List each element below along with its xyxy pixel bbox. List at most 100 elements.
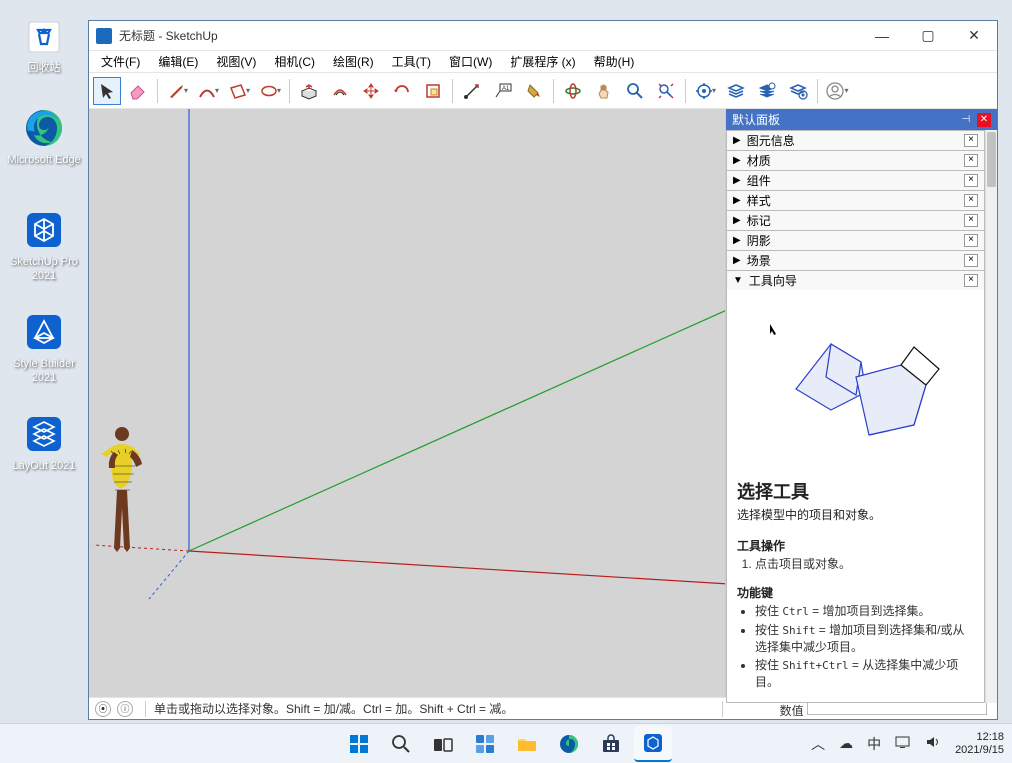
viewport[interactable] (89, 109, 725, 697)
app-icon (96, 28, 112, 44)
desktop-label-recycle: 回收站 (5, 61, 83, 75)
tool-arc[interactable]: ▾ (194, 77, 222, 105)
tool-rotate[interactable] (388, 77, 416, 105)
tool-ext-layers2[interactable] (753, 77, 781, 105)
toolbar: ▾ ▾ ▾ ▾ (89, 73, 997, 109)
menubar: 文件(F) 编辑(E) 视图(V) 相机(C) 绘图(R) 工具(T) 窗口(W… (89, 51, 997, 73)
guide-op-1: 点击项目或对象。 (755, 556, 974, 572)
tool-zoom[interactable] (621, 77, 649, 105)
desktop-icon-recycle-bin[interactable]: 回收站 (5, 14, 83, 75)
window-maximize[interactable]: ▢ (905, 21, 951, 51)
status-hint: 单击或拖动以选择对象。Shift = 加/减。Ctrl = 加。Shift + … (154, 700, 716, 717)
tool-eraser[interactable] (124, 77, 152, 105)
desktop-icon-layout[interactable]: LayOut 2021 (5, 412, 83, 473)
tool-move[interactable] (357, 77, 385, 105)
tool-offset[interactable] (326, 77, 354, 105)
panel-title-label: 默认面板 (732, 111, 780, 128)
desktop-icon-style-builder[interactable]: Style Builder 2021 (5, 310, 83, 385)
scrollbar-thumb[interactable] (987, 132, 996, 187)
window-minimize[interactable]: — (859, 21, 905, 51)
section-components[interactable]: ▶组件× (727, 171, 984, 190)
desktop-label-layout: LayOut 2021 (5, 459, 83, 473)
desktop-label-stylebuilder: Style Builder 2021 (5, 357, 83, 385)
default-panel: 默认面板 ⊣ ✕ ▶图元信息× ▶材质× ▶组件× ▶样式× ▶标记× ▶阴影×… (725, 109, 997, 697)
svg-text:A1: A1 (502, 86, 510, 92)
desktop-label-edge: Microsoft Edge (5, 153, 83, 167)
window-close[interactable]: ✕ (951, 21, 997, 51)
panel-scrollbar[interactable] (985, 130, 997, 703)
tool-paint[interactable] (520, 77, 548, 105)
tool-ext-layers[interactable] (722, 77, 750, 105)
menu-extensions[interactable]: 扩展程序 (x) (502, 51, 583, 72)
tool-select[interactable] (93, 77, 121, 105)
tool-rectangle[interactable]: ▾ (225, 77, 253, 105)
taskbar-explorer[interactable] (508, 726, 546, 762)
section-close-icon[interactable]: × (964, 234, 978, 247)
guide-subtitle: 选择模型中的项目和对象。 (737, 506, 974, 523)
section-close-icon[interactable]: × (964, 214, 978, 227)
guide-key-shiftctrl: 按住 Shift+Ctrl = 从选择集中减少项目。 (755, 657, 974, 690)
titlebar[interactable]: 无标题 - SketchUp — ▢ ✕ (89, 21, 997, 51)
section-shadows[interactable]: ▶阴影× (727, 231, 984, 250)
menu-help[interactable]: 帮助(H) (586, 51, 643, 72)
section-instructor[interactable]: ▼工具向导× (727, 271, 984, 290)
guide-key-ctrl: 按住 Ctrl = 增加项目到选择集。 (755, 603, 974, 620)
menu-draw[interactable]: 绘图(R) (325, 51, 382, 72)
panel-close-icon[interactable]: ✕ (977, 113, 991, 127)
instructor-content: 选择工具 选择模型中的项目和对象。 工具操作 点击项目或对象。 功能键 按住 C… (727, 290, 984, 702)
section-scenes[interactable]: ▶场景× (727, 251, 984, 270)
tool-zoom-extents[interactable] (652, 77, 680, 105)
section-tags[interactable]: ▶标记× (727, 211, 984, 230)
tool-account[interactable]: ▾ (823, 77, 851, 105)
tool-text[interactable]: A1 (489, 77, 517, 105)
section-close-icon[interactable]: × (964, 134, 978, 147)
guide-key-shift: 按住 Shift = 增加项目到选择集和/或从选择集中减少项目。 (755, 622, 974, 655)
workarea: 默认面板 ⊣ ✕ ▶图元信息× ▶材质× ▶组件× ▶样式× ▶标记× ▶阴影×… (89, 109, 997, 697)
section-entity-info[interactable]: ▶图元信息× (727, 131, 984, 150)
tool-orbit[interactable] (559, 77, 587, 105)
tool-scale[interactable] (419, 77, 447, 105)
menu-file[interactable]: 文件(F) (93, 51, 148, 72)
tool-pushpull[interactable] (295, 77, 323, 105)
menu-camera[interactable]: 相机(C) (266, 51, 323, 72)
tool-circle[interactable]: ▾ (256, 77, 284, 105)
tool-ext-settings2[interactable] (784, 77, 812, 105)
section-close-icon[interactable]: × (964, 174, 978, 187)
panel-pin-icon[interactable]: ⊣ (959, 113, 973, 127)
taskbar-widgets[interactable] (466, 726, 504, 762)
menu-tools[interactable]: 工具(T) (384, 51, 439, 72)
taskbar-sketchup-active[interactable] (634, 726, 672, 762)
taskbar-edge[interactable] (550, 726, 588, 762)
section-close-icon[interactable]: × (964, 154, 978, 167)
tool-tape[interactable] (458, 77, 486, 105)
tool-line[interactable]: ▾ (163, 77, 191, 105)
menu-window[interactable]: 窗口(W) (441, 51, 500, 72)
sketchup-window: 无标题 - SketchUp — ▢ ✕ 文件(F) 编辑(E) 视图(V) 相… (88, 20, 998, 720)
section-close-icon[interactable]: × (964, 254, 978, 267)
tray-clock[interactable]: 12:18 2021/9/15 (955, 731, 1004, 757)
taskbar-search[interactable] (382, 726, 420, 762)
taskbar-start[interactable] (340, 726, 378, 762)
desktop-icon-sketchup[interactable]: SketchUp Pro 2021 (5, 208, 83, 283)
tray-onedrive-icon[interactable]: ☁ (839, 735, 853, 752)
section-materials[interactable]: ▶材质× (727, 151, 984, 170)
tray-chevron-up-icon[interactable]: ︿ (811, 734, 825, 754)
menu-view[interactable]: 视图(V) (208, 51, 264, 72)
desktop-icon-edge[interactable]: Microsoft Edge (5, 106, 83, 167)
status-geo-icon[interactable]: ⦿ (95, 701, 111, 717)
section-styles[interactable]: ▶样式× (727, 191, 984, 210)
status-credits-icon[interactable]: ⓘ (117, 701, 133, 717)
tool-pan[interactable] (590, 77, 618, 105)
taskbar-taskview[interactable] (424, 726, 462, 762)
panel-title[interactable]: 默认面板 ⊣ ✕ (726, 109, 997, 130)
taskbar-store[interactable] (592, 726, 630, 762)
menu-edit[interactable]: 编辑(E) (150, 51, 206, 72)
tool-ext-settings[interactable]: ▾ (691, 77, 719, 105)
tray-volume-icon[interactable] (925, 735, 941, 752)
section-close-icon[interactable]: × (964, 274, 978, 287)
tray-ime[interactable]: 中 (867, 734, 881, 754)
section-close-icon[interactable]: × (964, 194, 978, 207)
vcb-label: 数值 (780, 704, 804, 718)
desktop-label-sketchup: SketchUp Pro 2021 (5, 255, 83, 283)
tray-network-icon[interactable] (895, 735, 911, 752)
